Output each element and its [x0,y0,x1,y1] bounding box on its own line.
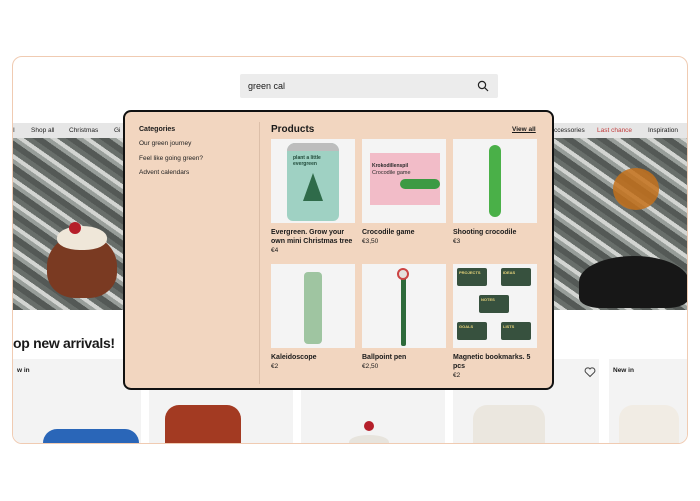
nav-item-accessories[interactable]: ccessories [554,123,585,138]
product-name: Kaleidoscope [271,354,317,361]
product-name: Ballpoint pen [362,354,407,361]
new-in-badge: w in [17,367,30,374]
categories-heading: Categories [139,126,176,133]
product-image [453,139,537,223]
new-arrival-card[interactable]: w in [13,359,141,443]
crocodile-image [400,179,440,189]
heart-icon[interactable] [584,365,596,378]
product-name: Crocodile game [362,229,415,236]
product-suggestion[interactable]: plant a little evergreen Evergreen. Grow… [271,139,355,255]
nav-item-shop-all[interactable]: Shop all [31,123,55,138]
product-image: Krokodillenspil Crocodile game [362,139,446,223]
ornament-image [613,168,659,210]
bookmark-image: NOTES [479,295,509,313]
holly-berry-image [364,421,374,431]
bookmark-image: PROJECTS [457,268,487,286]
category-link[interactable]: Our green journey [139,140,191,147]
product-image: PROJECTS IDEAS NOTES GOALS LISTS [453,264,537,348]
christmas-pudding-image [47,222,117,298]
product-image [271,264,355,348]
section-title: op new arrivals! [13,335,115,351]
category-link[interactable]: Advent calendars [139,169,189,176]
search-suggestions-dropdown: Categories Our green journey Feel like g… [123,110,554,390]
product-price: €2,50 [362,363,379,370]
nav-item-gifts[interactable]: Gi [114,123,121,138]
box-subtitle: Crocodile game [372,170,411,176]
view-all-link[interactable]: View all [512,126,536,133]
nav-item-last-chance[interactable]: Last chance [597,123,632,138]
bookmark-label: NOTES [481,297,495,302]
product-price: €2 [271,363,279,370]
bookmark-label: GOALS [459,324,474,329]
box-title: Krokodillenspil [372,163,409,169]
pen-topper-image [397,268,409,280]
search-query-text: green cal [248,81,286,91]
shooting-crocodile-image [489,145,501,217]
tree-image [303,173,323,201]
new-arrival-card[interactable]: New in [609,359,687,443]
divider [259,122,260,384]
black-pot-image [579,256,687,308]
product-suggestion[interactable]: Shooting crocodile €3 [453,139,537,246]
product-price: €2 [453,372,461,379]
snowman-mug-image [619,405,679,443]
pudding-bowl-image [349,435,389,443]
search-input[interactable]: green cal [240,74,498,98]
bookmark-label: IDEAS [503,270,516,275]
product-price: €3,50 [362,238,379,245]
bookmark-label: PROJECTS [459,270,481,275]
bookmark-image: LISTS [501,322,531,340]
mug-image [165,405,241,443]
product-image [43,429,139,443]
product-price: €3 [453,238,461,245]
category-link[interactable]: Feel like going green? [139,155,203,162]
tin-label: plant a little evergreen [293,155,321,167]
nav-item-christmas[interactable]: Christmas [69,123,98,138]
product-price: €4 [271,247,279,254]
product-suggestion[interactable]: Kaleidoscope €2 [271,264,355,371]
pen-image [401,276,406,346]
kaleidoscope-image [304,272,322,344]
product-name: Shooting crocodile [453,229,517,236]
product-suggestion[interactable]: Krokodillenspil Crocodile game Crocodile… [362,139,446,246]
nav-item-cut: I [13,127,15,134]
products-heading: Products [271,124,315,135]
product-suggestion[interactable]: PROJECTS IDEAS NOTES GOALS LISTS Magneti… [453,264,537,380]
nav-item-inspiration[interactable]: Inspiration [648,123,678,138]
new-in-badge: New in [613,367,634,374]
product-image [362,264,446,348]
mug-image [473,405,545,443]
bookmark-image: GOALS [457,322,487,340]
product-name: Magnetic bookmarks. 5 pcs [453,354,531,370]
product-image: plant a little evergreen [271,139,355,223]
bookmark-label: LISTS [503,324,515,329]
search-icon[interactable] [476,79,490,93]
product-name: Evergreen. Grow your own mini Christmas … [271,229,353,245]
product-suggestion[interactable]: Ballpoint pen €2,50 [362,264,446,371]
bookmark-image: IDEAS [501,268,531,286]
